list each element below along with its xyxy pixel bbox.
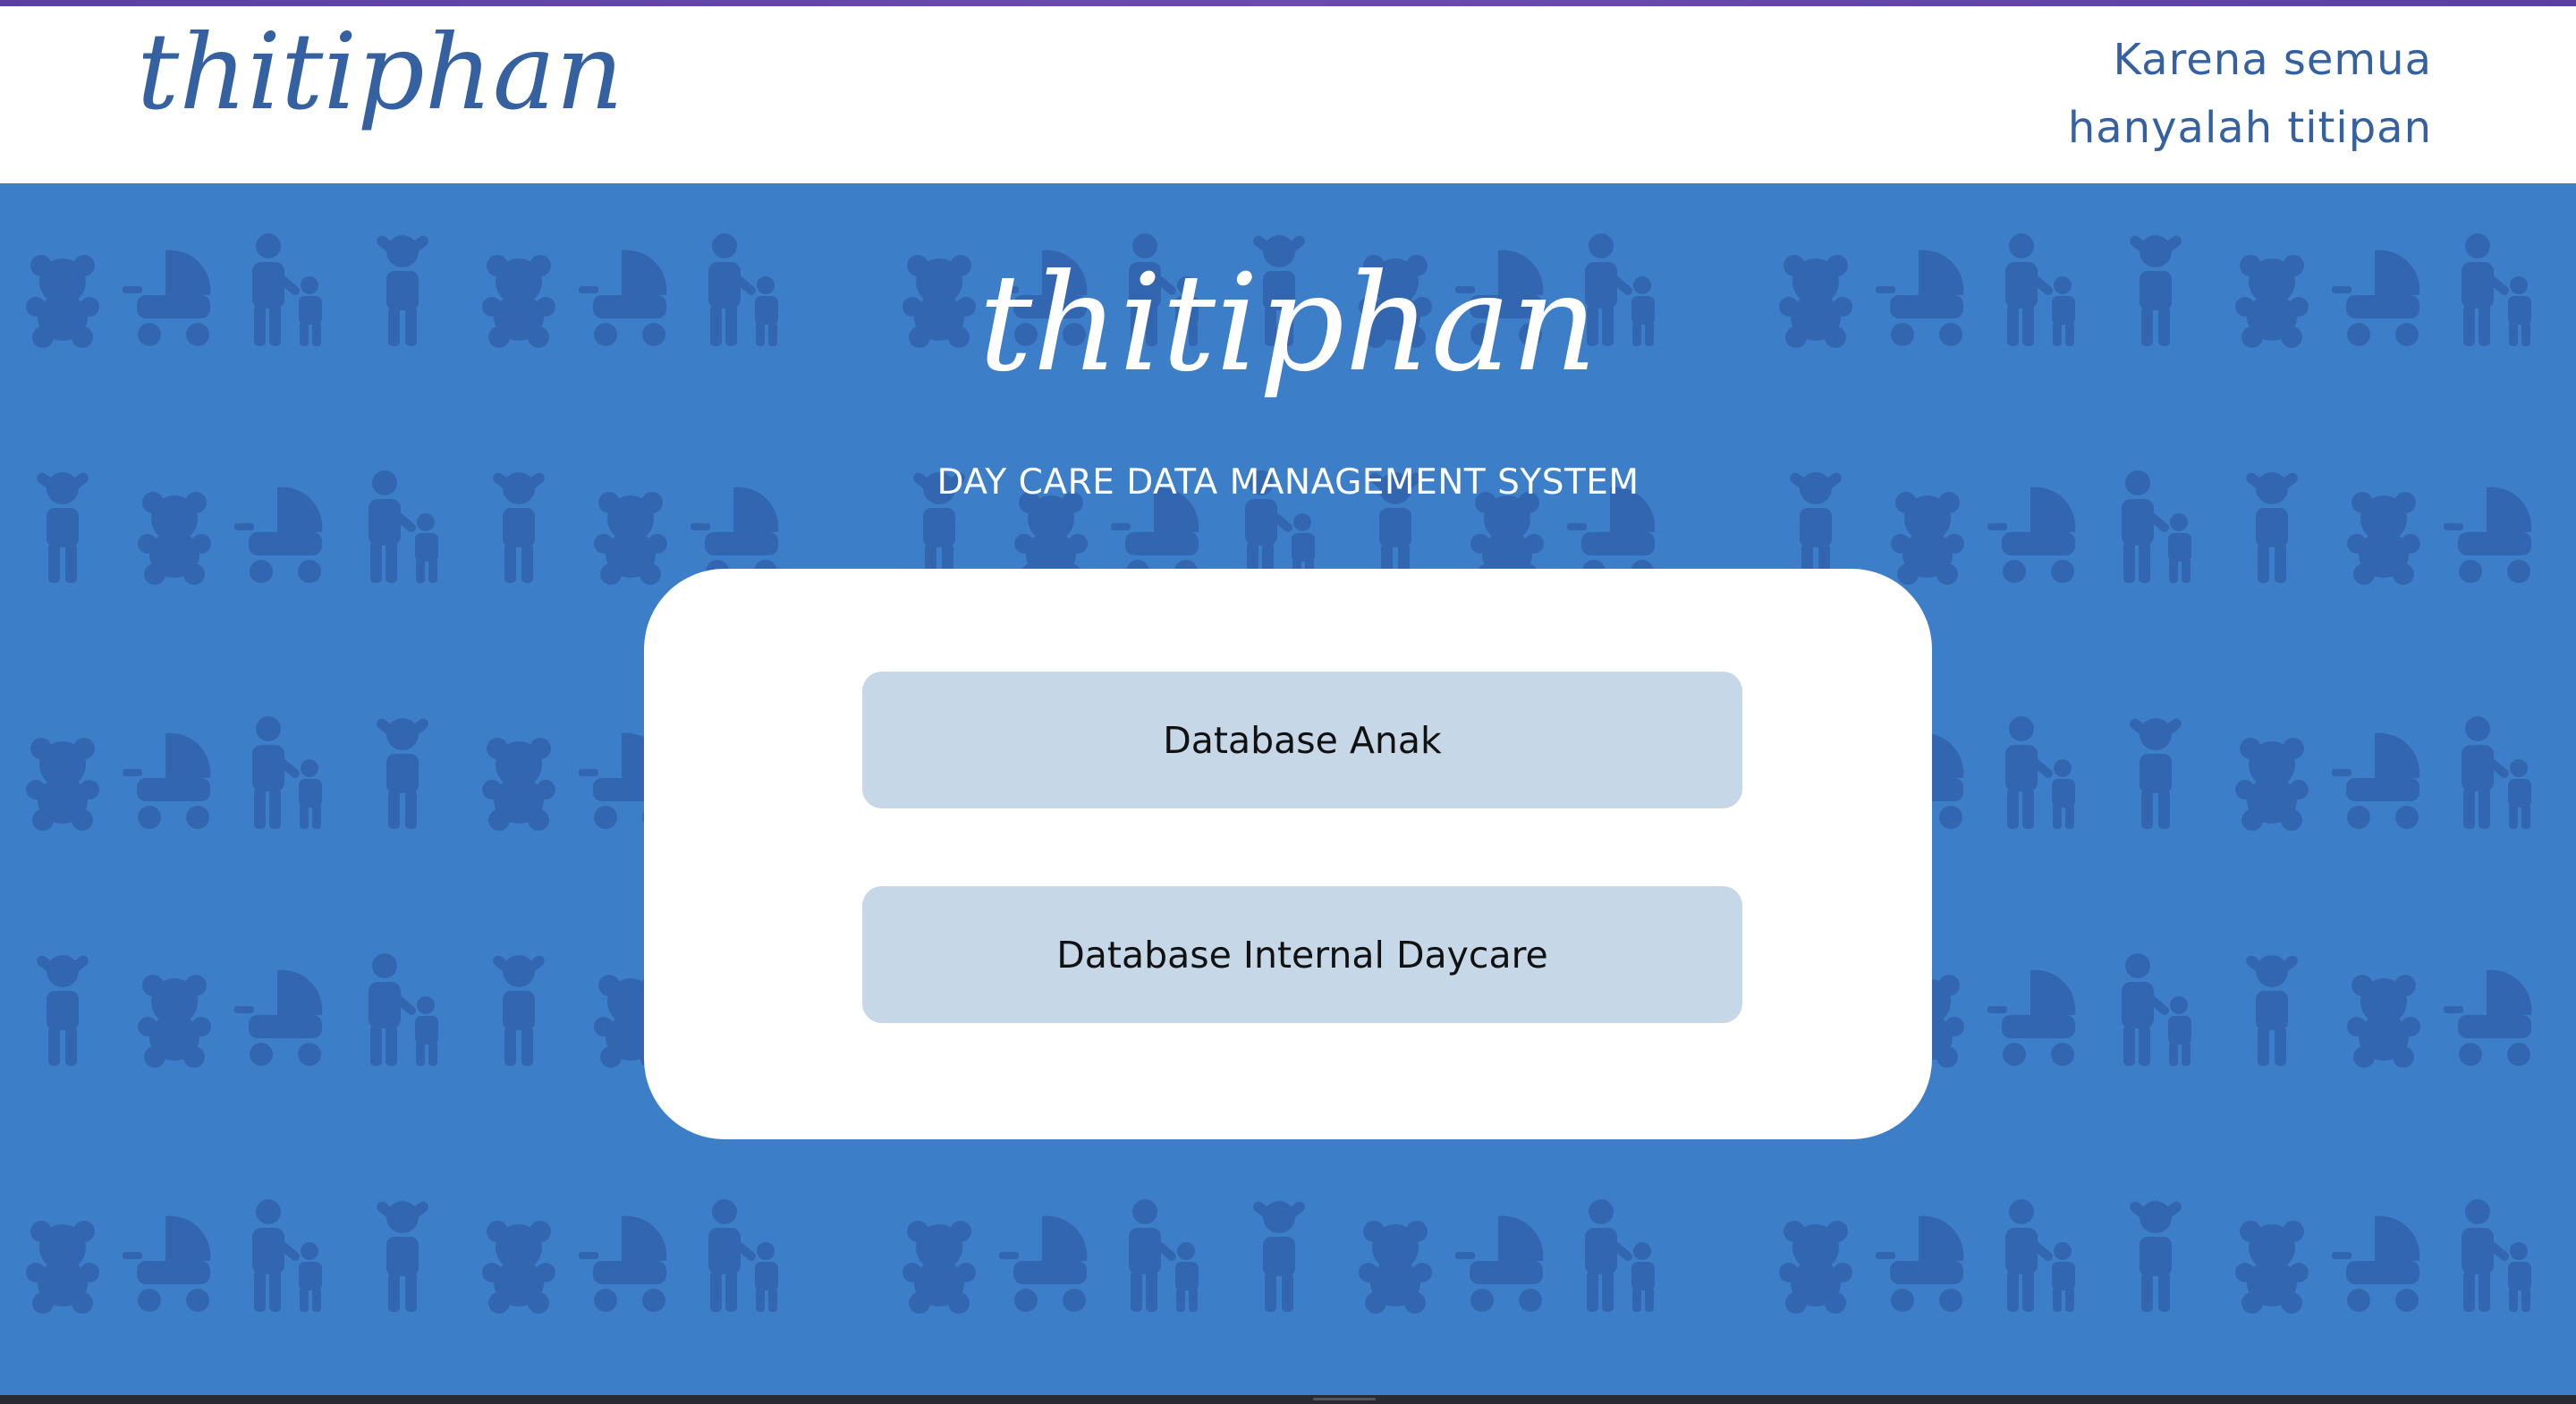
- page: thitiphan Karena semua hanyalah titipan: [0, 0, 2576, 1404]
- database-internal-daycare-button[interactable]: Database Internal Daycare: [862, 886, 1742, 1023]
- system-subtitle: DAY CARE DATA MANAGEMENT SYSTEM: [936, 462, 1640, 503]
- top-accent-bar: [0, 0, 2576, 6]
- database-anak-button[interactable]: Database Anak: [862, 672, 1742, 808]
- hero-logo: thitiphan: [979, 264, 1597, 402]
- tagline-line-2: hanyalah titipan: [2067, 103, 2432, 153]
- bottom-bar-handle: [1313, 1398, 1376, 1400]
- menu-card: Database Anak Database Internal Daycare: [644, 569, 1932, 1139]
- header-logo[interactable]: thitiphan: [143, 30, 617, 155]
- bottom-bar: [0, 1395, 2576, 1404]
- header: thitiphan Karena semua hanyalah titipan: [0, 6, 2576, 183]
- svg-text:thitiphan: thitiphan: [979, 264, 1597, 402]
- svg-text:thitiphan: thitiphan: [143, 30, 617, 133]
- tagline: Karena semua hanyalah titipan: [2068, 26, 2432, 162]
- tagline-line-1: Karena semua: [2113, 35, 2432, 85]
- hero-section: thitiphan DAY CARE DATA MANAGEMENT SYSTE…: [0, 183, 2576, 1395]
